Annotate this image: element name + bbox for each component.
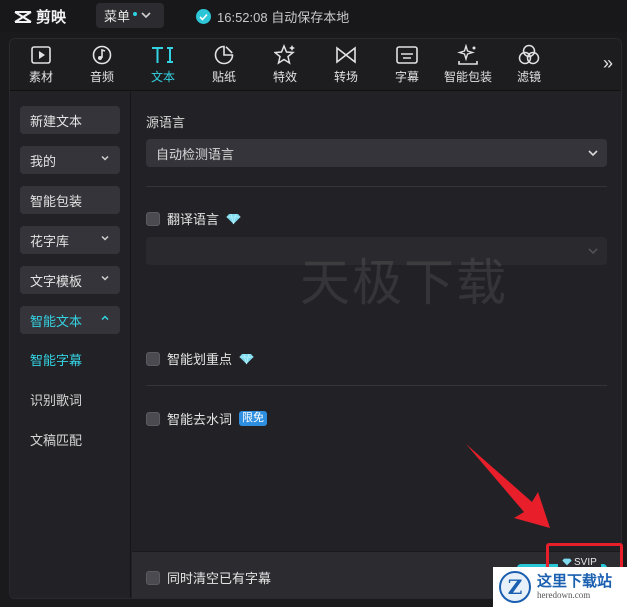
sidebar-subitem-smart-subtitle[interactable]: 智能字幕 [30, 350, 82, 369]
app-name: 剪映 [36, 9, 67, 26]
smart-highlight-option[interactable]: 智能划重点 [146, 349, 254, 368]
divider [146, 385, 607, 386]
menu-button[interactable]: 菜单 [96, 3, 164, 28]
tab-label: 滤镜 [516, 70, 541, 84]
annotation-arrow-icon [466, 444, 550, 528]
more-tabs-button[interactable]: » [603, 53, 613, 74]
remove-filler-label: 智能去水词 [167, 412, 233, 427]
toolbar-tabs: 素材 音频 文本 贴纸 特效 转场 字幕 智能包装 滤镜 » [10, 39, 621, 91]
app-logo: 剪映 [14, 6, 66, 27]
tab-label: 音频 [89, 70, 114, 84]
sidebar-item-smart-package[interactable]: 智能包装 [20, 186, 120, 214]
chevron-down-icon [588, 150, 598, 157]
sidebar-item-smart-text[interactable]: 智能文本 [20, 306, 120, 334]
text-icon [152, 47, 173, 63]
sparkle-package-icon [457, 44, 478, 65]
translate-label: 翻译语言 [167, 212, 220, 227]
source-language-select[interactable]: 自动检测语言 [146, 139, 607, 167]
divider [146, 186, 607, 187]
tab-transition[interactable]: 转场 [320, 43, 372, 87]
effects-star-icon [274, 44, 295, 65]
menu-label: 菜单 [104, 9, 131, 24]
highlight-checkbox[interactable] [146, 351, 160, 366]
tab-effects[interactable]: 特效 [259, 43, 311, 87]
capcut-logo-icon [14, 10, 32, 23]
sidebar-item-label: 文字模板 [30, 273, 83, 289]
remove-filler-checkbox[interactable] [146, 411, 160, 426]
chevron-up-icon [101, 315, 109, 321]
notification-dot [133, 11, 138, 16]
transition-icon [336, 46, 356, 64]
chevron-down-icon [141, 12, 151, 19]
clear-subtitles-checkbox[interactable] [146, 570, 160, 585]
tab-label: 素材 [28, 70, 53, 84]
sidebar-item-new-text[interactable]: 新建文本 [20, 106, 120, 134]
text-category-sidebar: 新建文本 我的 智能包装 花字库 文字模板 智能文本 智能字幕 识别歌词 文稿匹… [10, 92, 131, 598]
check-circle-icon [196, 9, 211, 24]
source-language-value: 自动检测语言 [156, 146, 235, 162]
remove-filler-option[interactable]: 智能去水词 限免 [146, 409, 268, 428]
sidebar-item-text-template[interactable]: 文字模板 [20, 266, 120, 294]
chevron-down-icon [101, 275, 109, 281]
sidebar-item-fancy-text[interactable]: 花字库 [20, 226, 120, 254]
autosave-status: 16:52:08 自动保存本地 [196, 7, 349, 26]
sidebar-item-mine[interactable]: 我的 [20, 146, 120, 174]
target-language-select[interactable] [146, 237, 607, 265]
sidebar-item-label: 花字库 [30, 233, 70, 249]
tab-label: 特效 [272, 70, 297, 84]
translate-checkbox[interactable] [146, 211, 160, 226]
site-logo-mark: Z [499, 571, 531, 603]
media-icon [31, 46, 51, 64]
tab-sticker[interactable]: 贴纸 [198, 43, 250, 87]
filter-icon [518, 44, 540, 65]
tab-text[interactable]: 文本 [137, 43, 189, 87]
sidebar-subitem-lyrics[interactable]: 识别歌词 [30, 390, 82, 409]
tab-filter[interactable]: 滤镜 [503, 43, 555, 87]
tab-audio[interactable]: 音频 [76, 43, 128, 87]
tab-label: 智能包装 [443, 70, 492, 84]
free-badge: 限免 [239, 411, 268, 426]
clear-subtitles-label: 同时清空已有字幕 [167, 571, 272, 586]
autosave-text: 16:52:08 自动保存本地 [217, 10, 350, 25]
title-bar: 剪映 菜单 16:52:08 自动保存本地 [0, 0, 627, 32]
translate-language-option[interactable]: 翻译语言 [146, 209, 241, 228]
tab-label: 文本 [150, 70, 175, 84]
clear-subtitles-option[interactable]: 同时清空已有字幕 [146, 568, 271, 587]
tab-subtitle[interactable]: 字幕 [381, 43, 433, 87]
sidebar-item-label: 我的 [30, 153, 57, 169]
site-logo-cn: 这里下载站 [537, 572, 613, 590]
sticker-icon [214, 45, 234, 65]
subtitle-icon [396, 46, 418, 64]
source-language-label: 源语言 [146, 115, 186, 130]
sidebar-item-label: 新建文本 [30, 113, 83, 129]
sidebar-item-label: 智能包装 [30, 193, 83, 209]
highlight-label: 智能划重点 [167, 352, 233, 367]
tab-label: 转场 [333, 70, 358, 84]
sidebar-subitem-script-match[interactable]: 文稿匹配 [30, 430, 82, 449]
site-watermark-logo: Z 这里下载站 heredown.com [493, 567, 627, 607]
tab-label: 字幕 [394, 70, 419, 84]
tab-media[interactable]: 素材 [15, 43, 67, 87]
tab-label: 贴纸 [211, 70, 236, 84]
chevron-down-icon [101, 235, 109, 241]
double-chevron-right-icon: » [602, 53, 613, 73]
sidebar-item-label: 智能文本 [30, 313, 83, 329]
diamond-vip-icon [226, 213, 241, 224]
site-logo-en: heredown.com [537, 590, 591, 600]
tab-smart-package[interactable]: 智能包装 [442, 43, 494, 87]
chevron-down-icon [101, 155, 109, 161]
music-note-icon [92, 45, 112, 65]
chevron-down-icon [588, 248, 598, 255]
diamond-vip-icon [239, 353, 254, 364]
